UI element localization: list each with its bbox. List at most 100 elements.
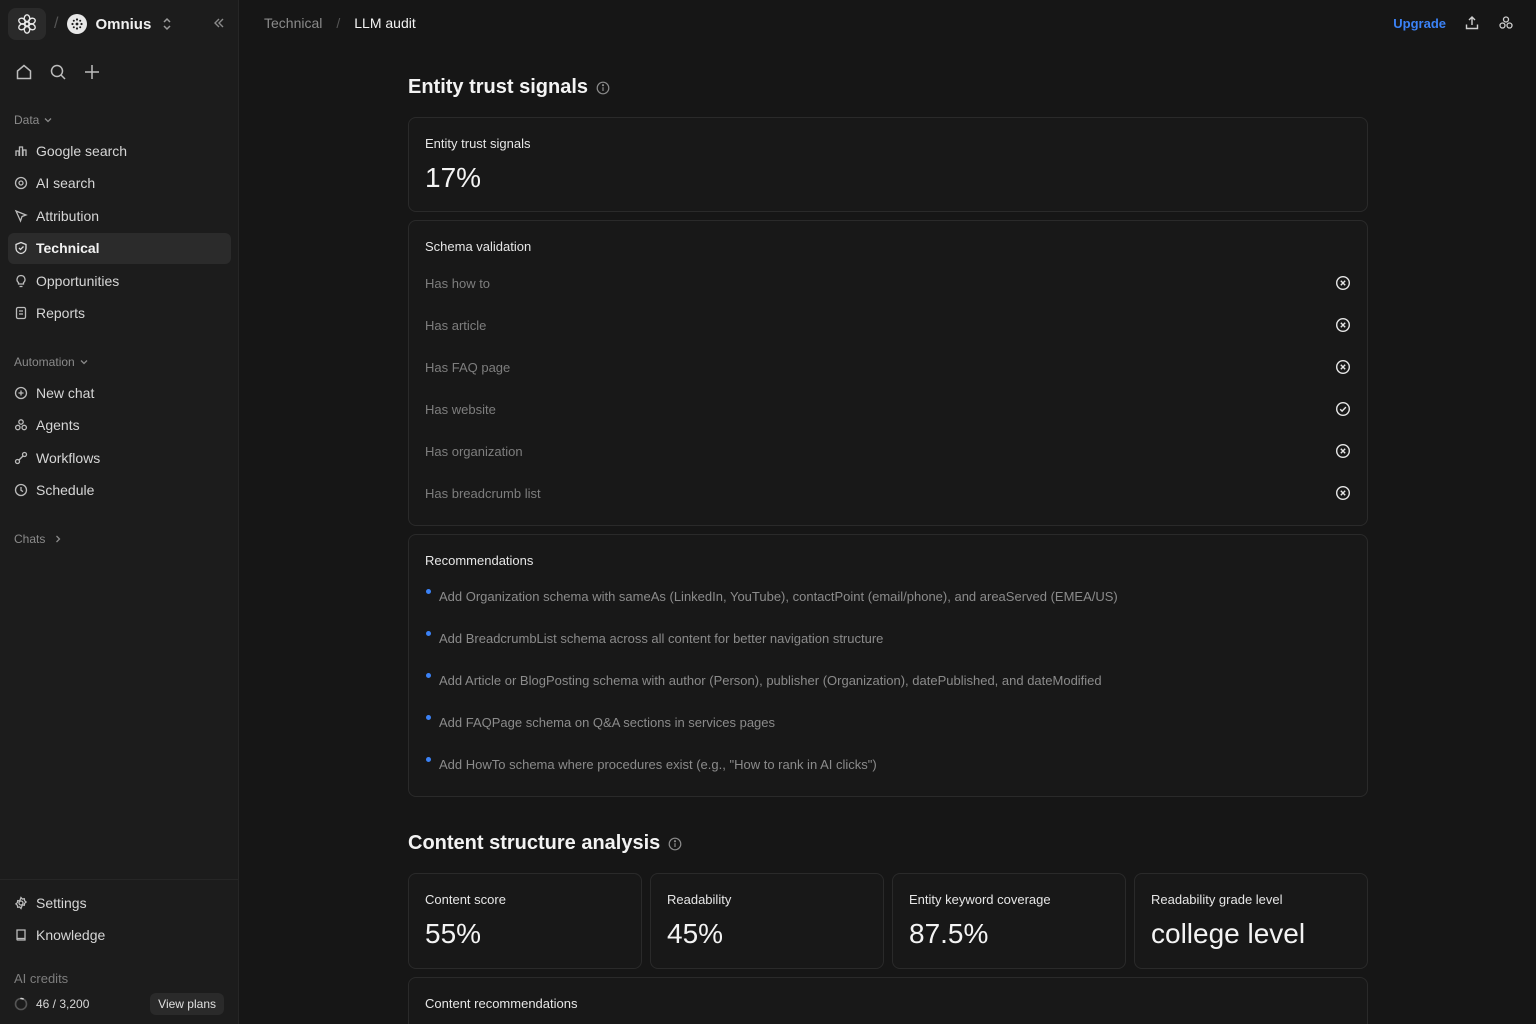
schema-validation-card: Schema validation Has how to Has article H… xyxy=(408,220,1368,526)
schema-row: Has breadcrumb list xyxy=(425,483,1351,503)
x-circle-icon xyxy=(1335,275,1351,291)
new-chat-icon xyxy=(14,386,28,400)
section-automation-label: Automation xyxy=(14,355,75,369)
workflow-icon xyxy=(14,451,28,465)
card-title: Entity trust signals xyxy=(425,136,531,151)
recommendation-text: Add FAQPage schema on Q&A sections in se… xyxy=(439,715,776,730)
sidebar-item-reports[interactable]: Reports xyxy=(8,298,231,329)
check-circle-icon xyxy=(1335,401,1351,417)
collapse-sidebar-icon[interactable] xyxy=(212,16,226,30)
readability-card: Readability 45% xyxy=(650,873,884,969)
sidebar-item-attribution[interactable]: Attribution xyxy=(8,200,231,231)
card-title: Content recommendations xyxy=(425,996,578,1011)
schema-row: Has article xyxy=(425,315,1351,335)
search-icon[interactable] xyxy=(48,62,68,82)
plus-icon[interactable] xyxy=(82,62,102,82)
recommendation-item: Add HowTo schema where procedures exist … xyxy=(425,757,1351,772)
schema-row-label: Has FAQ page xyxy=(425,359,511,375)
quick-actions xyxy=(14,62,102,82)
card-title: Readability xyxy=(667,892,732,907)
sidebar-item-schedule[interactable]: Schedule xyxy=(8,475,231,506)
schema-row-label: Has article xyxy=(425,317,487,333)
card-title: Content score xyxy=(425,892,506,907)
workspace-name: Omnius xyxy=(95,15,152,33)
section-data-toggle[interactable]: Data xyxy=(14,113,53,127)
sidebar-item-label: New chat xyxy=(36,384,95,401)
sidebar-item-new-chat[interactable]: New chat xyxy=(8,377,231,408)
recommendations-card: Recommendations Add Organization schema … xyxy=(408,534,1368,797)
chevron-up-down-icon xyxy=(161,17,173,31)
sidebar-item-workflows[interactable]: Workflows xyxy=(8,442,231,473)
entity-trust-score-card: Entity trust signals 17% xyxy=(408,117,1368,212)
agents-panel-icon[interactable] xyxy=(1498,15,1514,31)
lightbulb-icon xyxy=(14,274,28,288)
schema-row: Has organization xyxy=(425,441,1351,461)
sidebar-item-label: Opportunities xyxy=(36,272,120,289)
sidebar-item-technical[interactable]: Technical xyxy=(8,232,231,264)
chevron-right-icon xyxy=(53,534,63,544)
section-title-content-structure: Content structure analysis xyxy=(408,832,682,855)
breadcrumb-technical-link[interactable]: Technical xyxy=(264,15,322,31)
section-automation-toggle[interactable]: Automation xyxy=(14,355,89,369)
sidebar-bottom-divider xyxy=(0,879,238,880)
workspace-selector[interactable]: Omnius xyxy=(67,14,173,34)
export-icon[interactable] xyxy=(1464,15,1480,31)
clock-icon xyxy=(14,483,28,497)
top-actions: Upgrade xyxy=(1393,15,1514,31)
readability-grade-level-card: Readability grade level college level xyxy=(1134,873,1368,969)
info-icon[interactable] xyxy=(596,81,610,95)
sidebar-item-label: Agents xyxy=(36,417,80,433)
bottom-nav: Settings Knowledge xyxy=(8,887,231,952)
card-title: Readability grade level xyxy=(1151,892,1283,907)
shield-icon xyxy=(14,241,28,255)
sidebar-item-opportunities[interactable]: Opportunities xyxy=(8,265,231,296)
recommendation-text: Add BreadcrumbList schema across all con… xyxy=(439,631,884,646)
workspace-switcher: / Omnius xyxy=(8,8,230,40)
app-logo-button[interactable] xyxy=(8,8,46,40)
cursor-icon xyxy=(14,209,28,223)
section-title-text: Entity trust signals xyxy=(408,76,589,98)
sidebar-item-label: Workflows xyxy=(36,449,101,466)
gear-icon xyxy=(14,895,28,910)
credits-progress-ring-icon xyxy=(14,997,28,1011)
upgrade-link[interactable]: Upgrade xyxy=(1393,16,1446,31)
metric-value: 55% xyxy=(425,918,482,949)
sidebar-item-settings[interactable]: Settings xyxy=(8,887,231,918)
bar-chart-icon xyxy=(14,144,28,158)
x-circle-icon xyxy=(1335,485,1351,501)
section-data-label: Data xyxy=(14,113,40,127)
info-icon[interactable] xyxy=(668,837,682,851)
breadcrumb-current: LLM audit xyxy=(354,15,416,31)
chevron-down-icon xyxy=(79,357,89,367)
section-chats-toggle[interactable]: Chats xyxy=(14,532,63,546)
ai-credits-label: AI credits xyxy=(14,971,69,986)
sidebar-item-agents[interactable]: Agents xyxy=(8,410,231,441)
sidebar-item-label: Attribution xyxy=(36,207,100,224)
schema-row-label: Has how to xyxy=(425,275,491,291)
report-icon xyxy=(14,306,28,320)
entity-trust-score-value: 17% xyxy=(425,162,482,193)
card-title: Entity keyword coverage xyxy=(909,892,1051,907)
breadcrumb: Technical / LLM audit xyxy=(264,15,416,31)
sidebar-item-knowledge[interactable]: Knowledge xyxy=(8,920,231,951)
workspace-avatar-icon xyxy=(67,14,88,34)
schema-row-label: Has organization xyxy=(425,443,523,459)
recommendation-item: Add Organization schema with sameAs (Lin… xyxy=(425,589,1351,604)
sidebar-item-label: Reports xyxy=(36,305,86,321)
sidebar-item-ai-search[interactable]: AI search xyxy=(8,168,231,199)
top-bar: Technical / LLM audit Upgrade xyxy=(240,0,1536,48)
home-icon[interactable] xyxy=(14,62,34,82)
section-title-text: Content structure analysis xyxy=(408,832,661,854)
content-recommendations-card: Content recommendations xyxy=(408,977,1368,1024)
recommendation-text: Add Organization schema with sameAs (Lin… xyxy=(439,589,1118,604)
metric-value: college level xyxy=(1151,918,1306,949)
metric-value: 87.5% xyxy=(909,918,989,949)
view-plans-button[interactable]: View plans xyxy=(150,993,224,1015)
book-icon xyxy=(14,928,28,942)
sidebar-item-label: Technical xyxy=(36,240,100,256)
app-logo-icon xyxy=(16,13,38,35)
x-circle-icon xyxy=(1335,317,1351,333)
metric-value: 45% xyxy=(667,918,724,949)
schema-row: Has website xyxy=(425,399,1351,419)
sidebar-item-google-search[interactable]: Google search xyxy=(8,135,231,166)
